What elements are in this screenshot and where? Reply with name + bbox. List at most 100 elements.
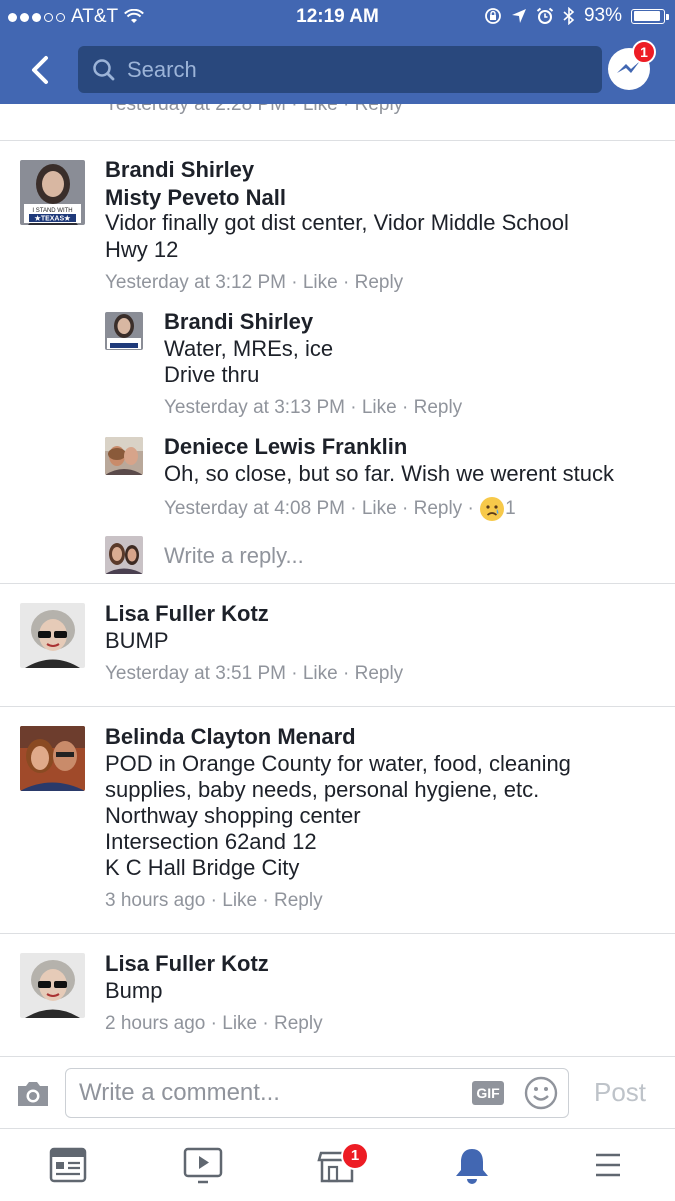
gif-button[interactable]: GIF: [472, 1081, 504, 1105]
search-placeholder: Search: [127, 56, 197, 82]
comment-time[interactable]: Yesterday at 3:12 PM: [105, 272, 286, 293]
reply-link[interactable]: Reply: [414, 397, 463, 418]
reply-meta: Yesterday at 3:13 PM · Like · Reply: [164, 397, 463, 418]
hamburger-menu-icon: [596, 1153, 620, 1177]
back-button[interactable]: [24, 50, 60, 90]
comment-author[interactable]: Belinda Clayton Menard: [105, 724, 356, 750]
watch-video-icon: [183, 1147, 223, 1184]
avatar[interactable]: I STAND WITH ★TEXAS★: [20, 160, 85, 225]
svg-text:★TEXAS★: ★TEXAS★: [35, 215, 72, 223]
comment-meta: Yesterday at 3:51 PM · Like · Reply: [105, 663, 404, 684]
comment-divider: [0, 933, 675, 934]
news-feed-icon: [49, 1147, 87, 1183]
battery-level: [633, 11, 661, 21]
camera-icon[interactable]: [15, 1079, 51, 1109]
emoji-icon[interactable]: [524, 1076, 558, 1110]
like-link[interactable]: Like: [303, 663, 338, 684]
reply-author[interactable]: Deniece Lewis Franklin: [164, 434, 407, 460]
bluetooth-icon: [563, 7, 575, 25]
reaction-count[interactable]: 1: [505, 498, 516, 520]
reply-time[interactable]: Yesterday at 3:13 PM: [164, 397, 345, 418]
comment-divider: [0, 706, 675, 707]
status-right: 93%: [484, 5, 669, 27]
comment-time[interactable]: 2 hours ago: [105, 1013, 205, 1034]
profile-photo: [105, 437, 143, 475]
reply-author[interactable]: Brandi Shirley: [164, 309, 313, 335]
texas-frame-caption: I STAND WITH: [32, 208, 72, 214]
alarm-icon: [536, 7, 554, 24]
reply-text: Water, MREs, ice: [164, 336, 334, 361]
comment-time[interactable]: 3 hours ago: [105, 890, 205, 911]
comment-text: POD in Orange County for water, food, cl…: [105, 751, 571, 776]
comment-divider: [0, 583, 675, 584]
tab-watch[interactable]: [148, 1129, 258, 1201]
avatar[interactable]: [20, 726, 85, 791]
avatar[interactable]: [20, 603, 85, 668]
comment-meta: 3 hours ago · Like · Reply: [105, 890, 323, 911]
comment-text: BUMP: [105, 628, 169, 653]
reply-link[interactable]: Reply: [355, 663, 404, 684]
comments-list: Yesterday at 2:28 PM · Like · Reply I ST…: [0, 104, 675, 1054]
comment-meta: Yesterday at 3:12 PM · Like · Reply: [105, 272, 404, 293]
partial-comment-meta: Yesterday at 2:28 PM · Like · Reply: [105, 104, 404, 115]
comment-placeholder: Write a comment...: [79, 1079, 280, 1106]
comment-text: Vidor finally got dist center, Vidor Mid…: [105, 210, 569, 235]
rotation-lock-icon: [485, 8, 501, 24]
comment-composer: Write a comment... GIF Post: [0, 1056, 675, 1129]
profile-photo: [105, 536, 143, 574]
search-icon: [93, 58, 115, 80]
top-header: AT&T 12:19 AM 93% Search 1: [0, 0, 675, 104]
messenger-button[interactable]: 1: [608, 40, 656, 92]
status-bar: AT&T 12:19 AM 93%: [0, 0, 675, 34]
like-link[interactable]: Like: [362, 498, 397, 520]
comment-time[interactable]: Yesterday at 3:51 PM: [105, 663, 286, 684]
tab-menu[interactable]: [552, 1129, 662, 1201]
current-user-avatar: [105, 536, 143, 574]
sad-reaction-icon[interactable]: [479, 496, 505, 522]
like-link[interactable]: Like: [362, 397, 397, 418]
reply-link[interactable]: Reply: [355, 272, 404, 293]
battery-icon: [631, 8, 669, 24]
comment-text: Hwy 12: [105, 237, 179, 262]
tab-notifications[interactable]: [416, 1129, 526, 1201]
avatar[interactable]: [105, 312, 143, 350]
search-input[interactable]: Search: [78, 46, 602, 93]
reply-meta: Yesterday at 4:08 PM · Like · Reply · 1: [164, 496, 516, 522]
comment-author[interactable]: Brandi Shirley: [105, 157, 254, 183]
profile-photo: [20, 953, 85, 1018]
comment-text: Northway shopping center: [105, 803, 361, 828]
avatar[interactable]: [105, 437, 143, 475]
location-arrow-icon: [511, 9, 526, 23]
comment-text: Intersection 62and 12: [105, 829, 317, 854]
profile-photo: [20, 726, 85, 791]
post-button[interactable]: Post: [594, 1077, 646, 1108]
bottom-tab-bar: 1: [0, 1128, 675, 1201]
comment-input[interactable]: Write a comment... GIF: [65, 1068, 569, 1118]
comment-author[interactable]: Lisa Fuller Kotz: [105, 601, 269, 627]
chevron-left-icon: [32, 56, 48, 84]
reply-text: Oh, so close, but so far. Wish we werent…: [164, 461, 614, 486]
comment-meta: 2 hours ago · Like · Reply: [105, 1013, 323, 1034]
write-reply-input[interactable]: Write a reply...: [164, 543, 304, 569]
reply-link[interactable]: Reply: [274, 1013, 323, 1034]
like-link[interactable]: Like: [222, 890, 257, 911]
like-link[interactable]: Like: [222, 1013, 257, 1034]
battery-percent: 93%: [583, 5, 622, 26]
marketplace-badge: 1: [341, 1142, 369, 1170]
reply-text: Drive thru: [164, 362, 260, 387]
reply-link[interactable]: Reply: [414, 498, 463, 520]
comment-author[interactable]: Lisa Fuller Kotz: [105, 951, 269, 977]
mentioned-user[interactable]: Misty Peveto Nall: [105, 185, 286, 211]
profile-photo: [20, 603, 85, 668]
messenger-badge: 1: [632, 40, 656, 64]
tab-news-feed[interactable]: [13, 1129, 123, 1201]
profile-photo-texas-frame: [105, 312, 143, 350]
avatar[interactable]: [20, 953, 85, 1018]
tab-marketplace[interactable]: 1: [282, 1129, 392, 1201]
comment-text: supplies, baby needs, personal hygiene, …: [105, 777, 540, 802]
comment-text: Bump: [105, 978, 163, 1003]
reply-link[interactable]: Reply: [274, 890, 323, 911]
profile-photo-texas-frame: I STAND WITH ★TEXAS★: [20, 160, 85, 225]
reply-time[interactable]: Yesterday at 4:08 PM: [164, 498, 345, 520]
like-link[interactable]: Like: [303, 272, 338, 293]
